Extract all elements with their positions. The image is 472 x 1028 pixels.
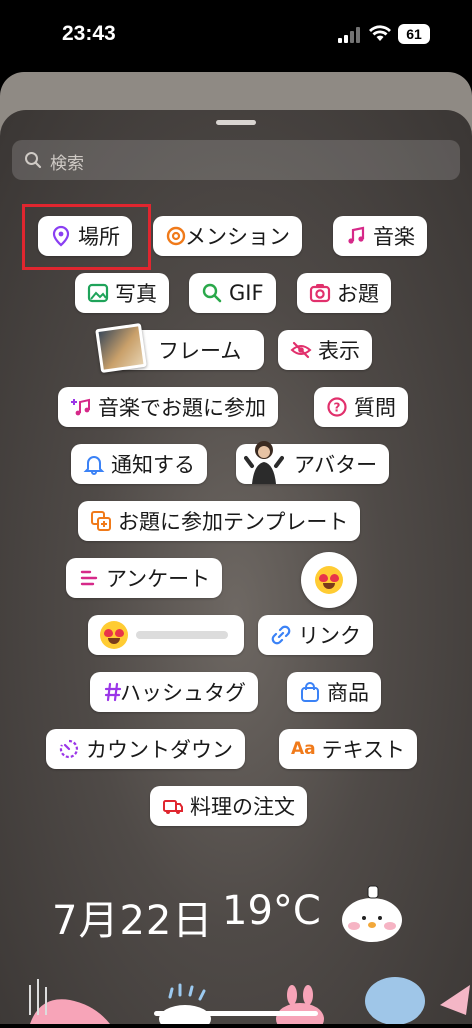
threads-at-icon: [165, 225, 186, 247]
status-bar: 23:43 61: [0, 0, 472, 70]
gif-sticker[interactable]: GIF: [189, 273, 276, 313]
poll-sticker-label: アンケート: [106, 567, 211, 591]
avatar-figure: [244, 436, 284, 486]
cellular-signal-icon: [338, 27, 362, 43]
music-plus-icon: [70, 396, 92, 418]
temperature-sticker[interactable]: 19°C: [222, 888, 321, 934]
question-bubble-icon: ?: [326, 396, 348, 418]
status-time: 23:43: [62, 22, 116, 45]
image-icon: [87, 282, 109, 304]
character-sticker[interactable]: [332, 878, 412, 948]
questions-sticker-label: 質問: [354, 396, 396, 420]
food-order-sticker[interactable]: 料理の注文: [150, 786, 307, 826]
shopping-bag-icon: [299, 681, 321, 703]
text-aa-icon: Aa: [291, 739, 316, 759]
reveal-sticker[interactable]: 表示: [278, 330, 372, 370]
template-sticker[interactable]: お題に参加テンプレート: [78, 501, 361, 541]
emoji-slider-sticker[interactable]: [88, 615, 244, 655]
home-indicator[interactable]: [154, 1011, 318, 1016]
poll-lines-icon: [78, 567, 100, 589]
frame-photo-thumbnail: [95, 323, 147, 373]
template-add-icon: [90, 510, 112, 532]
slider-heart-eyes-emoji-icon: [100, 621, 128, 649]
search-icon: [25, 152, 42, 169]
notify-sticker[interactable]: 通知する: [71, 444, 207, 484]
search-input[interactable]: 検索: [12, 140, 460, 180]
bell-icon: [83, 453, 105, 475]
wifi-icon: [369, 25, 391, 41]
mention-sticker-label: メンション: [185, 225, 290, 249]
music-challenge-sticker[interactable]: 音楽でお題に参加: [58, 387, 278, 427]
battery-indicator: 61: [398, 24, 430, 44]
link-sticker[interactable]: リンク: [258, 615, 373, 655]
music-sticker-label: 音楽: [373, 225, 415, 249]
template-sticker-label: お題に参加テンプレート: [118, 510, 349, 534]
camera-icon: [309, 282, 331, 304]
photo-sticker[interactable]: 写真: [75, 273, 169, 313]
reveal-sticker-label: 表示: [318, 339, 360, 363]
countdown-timer-icon: [58, 738, 80, 760]
music-sticker[interactable]: 音楽: [333, 216, 427, 256]
frame-sticker-label: フレーム: [158, 339, 242, 363]
music-challenge-sticker-label: 音楽でお題に参加: [98, 396, 266, 420]
delivery-truck-icon: [162, 795, 184, 817]
slider-track[interactable]: [136, 631, 228, 639]
emoji-reaction-sticker[interactable]: [301, 552, 357, 608]
notify-sticker-label: 通知する: [111, 453, 195, 477]
product-sticker-label: 商品: [327, 681, 369, 705]
hash-icon: [102, 681, 122, 703]
mention-sticker[interactable]: メンション: [153, 216, 302, 256]
eye-slash-icon: [290, 339, 312, 361]
gif-sticker-label: GIF: [229, 281, 264, 305]
question-sticker[interactable]: お題: [297, 273, 391, 313]
hashtag-sticker[interactable]: ハッシュタグ: [90, 672, 258, 712]
heart-eyes-emoji-icon: [315, 566, 343, 594]
countdown-sticker[interactable]: カウントダウン: [46, 729, 245, 769]
text-sticker[interactable]: Aa テキスト: [279, 729, 418, 769]
search-placeholder: 検索: [50, 154, 84, 174]
link-sticker-label: リンク: [298, 624, 361, 648]
poll-sticker[interactable]: アンケート: [66, 558, 223, 598]
sheet-drag-handle[interactable]: [216, 120, 256, 125]
question-sticker-label: お題: [337, 282, 379, 306]
food-order-sticker-label: 料理の注文: [190, 795, 295, 819]
product-sticker[interactable]: 商品: [287, 672, 381, 712]
avatar-sticker-label: アバター: [294, 453, 378, 477]
link-icon: [270, 624, 292, 646]
bottom-stickers-row: [0, 975, 472, 1028]
svg-text:?: ?: [334, 401, 341, 415]
hashtag-sticker-label: ハッシュタグ: [120, 681, 246, 705]
questions-sticker[interactable]: ? 質問: [314, 387, 408, 427]
text-sticker-label: テキスト: [321, 738, 406, 762]
highlight-box: [22, 204, 151, 270]
magnifier-icon: [201, 282, 223, 304]
music-note-icon: [345, 225, 367, 247]
photo-sticker-label: 写真: [115, 282, 157, 306]
countdown-sticker-label: カウントダウン: [86, 738, 233, 762]
date-sticker[interactable]: 7月22日: [52, 888, 213, 946]
